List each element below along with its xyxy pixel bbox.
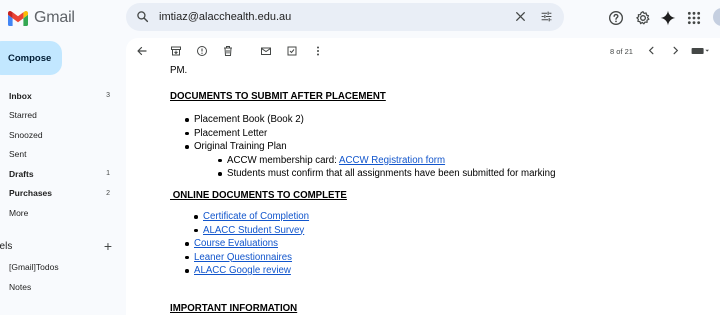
sidebar-item-snoozed[interactable]: Snoozed xyxy=(0,125,122,145)
chevron-right-icon[interactable] xyxy=(670,45,681,56)
sidebar-item-sent[interactable]: Sent xyxy=(0,145,122,165)
sidebar-item-drafts[interactable]: Drafts 1 xyxy=(0,164,122,184)
google-review-link[interactable]: ALACC Google review xyxy=(194,265,291,276)
sidebar-item-label: Snoozed xyxy=(9,129,43,140)
search-options-icon[interactable] xyxy=(540,10,553,23)
report-spam-icon[interactable] xyxy=(196,45,208,57)
labels-heading: bels xyxy=(0,240,13,252)
snooze-task-icon[interactable] xyxy=(286,45,298,57)
google-apps-icon[interactable] xyxy=(687,9,701,27)
search-input[interactable] xyxy=(159,7,499,27)
learner-questionnaires-link[interactable]: Leaner Questionnaires xyxy=(194,252,292,263)
sidebar-item-label: More xyxy=(9,207,29,218)
add-label-icon[interactable]: + xyxy=(104,238,112,254)
unread-count: 2 xyxy=(106,189,110,197)
list-item-text: Original Training Plan xyxy=(194,141,287,152)
sidebar-item-more[interactable]: More xyxy=(0,203,122,223)
nested-list-container: Certificate of Completion ALACC Student … xyxy=(170,210,555,237)
list-item: Placement Letter xyxy=(170,127,555,141)
section-heading-online-docs: ONLINE DOCUMENTS TO COMPLETE xyxy=(170,189,347,201)
message-pager: 8 of 21 xyxy=(610,47,633,56)
sidebar-item-label: Starred xyxy=(9,110,37,121)
section-heading-docs-after: DOCUMENTS TO SUBMIT AFTER PLACEMENT xyxy=(170,90,386,102)
mark-unread-icon[interactable] xyxy=(260,45,272,57)
sidebar-item-purchases[interactable]: Purchases 2 xyxy=(0,184,122,204)
unread-count: 1 xyxy=(106,170,110,178)
email-body: PM. DOCUMENTS TO SUBMIT AFTER PLACEMENT … xyxy=(170,64,555,315)
archive-icon[interactable] xyxy=(170,45,182,57)
student-survey-link[interactable]: ALACC Student Survey xyxy=(203,225,304,236)
compose-button[interactable]: Compose xyxy=(0,41,62,75)
sidebar-label-gmail-todos[interactable]: [Gmail]Todos xyxy=(9,262,59,272)
clear-search-icon[interactable] xyxy=(514,10,527,23)
sidebar-item-label: Sent xyxy=(9,149,27,160)
training-plan-sublist: ACCW membership card: ACCW Registration … xyxy=(194,154,555,181)
back-arrow-icon[interactable] xyxy=(136,45,148,57)
sidebar-item-starred[interactable]: Starred xyxy=(0,106,122,126)
sidebar-item-label: Drafts xyxy=(9,168,34,179)
sidebar-label-notes[interactable]: Notes xyxy=(9,282,31,292)
list-item: Course Evaluations xyxy=(170,237,555,251)
gmail-m-icon xyxy=(8,10,28,26)
unread-count: 3 xyxy=(106,92,110,100)
sidebar-item-inbox[interactable]: Inbox 3 xyxy=(0,86,122,106)
chevron-left-icon[interactable] xyxy=(646,45,657,56)
certificate-link[interactable]: Certificate of Completion xyxy=(203,211,309,222)
docs-after-list: Placement Book (Book 2) Placement Letter… xyxy=(170,113,555,181)
gmail-logo[interactable]: Gmail xyxy=(8,7,75,29)
accw-registration-link[interactable]: ACCW Registration form xyxy=(339,155,445,166)
list-item: ALACC Student Survey xyxy=(170,224,555,238)
online-docs-list: Certificate of Completion ALACC Student … xyxy=(170,210,555,278)
list-item: ACCW membership card: ACCW Registration … xyxy=(194,154,555,168)
sidebar-item-label: Inbox xyxy=(9,90,32,101)
input-tools-keyboard-icon[interactable] xyxy=(691,45,709,57)
gemini-spark-icon[interactable] xyxy=(660,9,676,27)
sidebar-item-label: Purchases xyxy=(9,188,52,199)
search-bar[interactable] xyxy=(126,3,564,31)
course-evaluations-link[interactable]: Course Evaluations xyxy=(194,238,278,249)
delete-trash-icon[interactable] xyxy=(222,45,234,57)
message-toolbar: 8 of 21 xyxy=(126,38,720,66)
more-vert-icon[interactable] xyxy=(312,45,324,57)
help-icon[interactable] xyxy=(608,9,624,27)
labels-header: bels + xyxy=(0,238,112,254)
account-avatar[interactable] xyxy=(713,8,720,26)
settings-gear-icon[interactable] xyxy=(635,9,651,27)
message-pane: 8 of 21 PM. DOCUMENTS TO SUBMIT AFTER PL… xyxy=(126,38,720,315)
list-item: Leaner Questionnaires xyxy=(170,251,555,265)
section-heading-important-info: IMPORTANT INFORMATION xyxy=(170,302,298,314)
list-item: Certificate of Completion xyxy=(170,210,555,224)
list-item: Placement Book (Book 2) xyxy=(170,113,555,127)
list-item: ALACC Google review xyxy=(170,264,555,278)
list-item-text: ACCW membership card: xyxy=(227,154,339,166)
body-text-fragment: PM. xyxy=(170,65,188,76)
gmail-wordmark: Gmail xyxy=(34,9,75,26)
sidebar-nav: Inbox 3 Starred Snoozed Sent Drafts 1 Purc… xyxy=(0,86,122,223)
list-item: Original Training Plan ACCW membership c… xyxy=(170,140,555,181)
search-icon[interactable] xyxy=(136,10,149,23)
list-item: Students must confirm that all assignmen… xyxy=(194,167,555,181)
